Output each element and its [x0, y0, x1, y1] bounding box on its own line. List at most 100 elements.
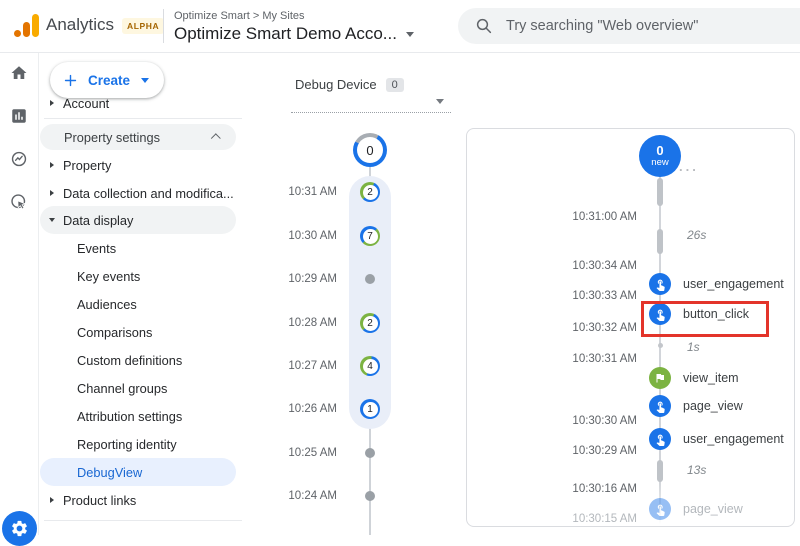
new-events-label: new — [651, 156, 669, 168]
nav-item-audiences[interactable]: Audiences — [40, 290, 236, 318]
header-divider — [163, 9, 164, 43]
nav-item-label: Data display — [63, 212, 134, 228]
minute-circle[interactable]: 4 — [360, 356, 380, 376]
nav-item-label: Product links — [63, 492, 137, 508]
minute-label: 10:26 AM — [288, 403, 337, 415]
minute-circle[interactable]: 1 — [360, 399, 380, 419]
minute-circle[interactable]: 2 — [360, 313, 380, 333]
touch-icon — [656, 309, 665, 321]
selected-minutes-band — [349, 176, 391, 429]
chevron-down-icon — [405, 31, 414, 37]
event-icon-button-click[interactable] — [649, 303, 671, 325]
nav-item-label: Channel groups — [77, 380, 168, 396]
touch-icon — [656, 279, 665, 291]
nav-item-label: Attribution settings — [77, 408, 183, 424]
nav-section-property-settings[interactable]: Property settings — [40, 124, 236, 150]
advertising-icon[interactable] — [10, 193, 28, 211]
chevron-down-icon — [141, 77, 150, 83]
minute-label: 10:28 AM — [288, 317, 337, 329]
truncated-marker: ... — [679, 159, 699, 174]
nav-item-label: Property — [63, 157, 112, 173]
nav-divider — [44, 520, 242, 521]
nav-item-label: Comparisons — [77, 324, 153, 340]
debug-device-text: Debug Device — [295, 77, 377, 92]
event-name[interactable]: page_view — [683, 502, 743, 516]
timeline-segment — [657, 178, 663, 206]
search-placeholder: Try searching "Web overview" — [506, 18, 699, 34]
account-selector[interactable]: Optimize Smart Demo Acco... — [174, 24, 414, 44]
event-name[interactable]: user_engagement — [683, 432, 784, 446]
search-input[interactable]: Try searching "Web overview" — [458, 8, 800, 44]
create-button-label: Create — [88, 72, 131, 88]
reports-icon[interactable] — [10, 107, 28, 125]
nav-item-debugview[interactable]: DebugView — [40, 458, 236, 486]
create-button[interactable]: Create — [50, 62, 165, 98]
account-selector-label: Optimize Smart Demo Acco... — [174, 24, 397, 43]
touch-icon — [656, 401, 665, 413]
section-header-label: Property settings — [64, 129, 161, 145]
nav-item-reporting-identity[interactable]: Reporting identity — [40, 430, 236, 458]
product-name: Analytics — [46, 15, 115, 34]
nav-item-label: Key events — [77, 268, 141, 284]
minute-label: 10:31 AM — [288, 186, 337, 198]
event-icon-user-engagement[interactable] — [649, 428, 671, 450]
event-icon-view-item[interactable] — [649, 367, 671, 389]
expand-arrow-icon — [50, 190, 54, 196]
minute-circle[interactable]: 7 — [360, 226, 380, 246]
event-name[interactable]: view_item — [683, 371, 739, 385]
settings-nav: Account Create Property settings Propert… — [38, 52, 250, 535]
nav-divider — [44, 118, 242, 119]
event-name[interactable]: user_engagement — [683, 277, 784, 291]
stream-timestamp: 10:31:00 AM — [572, 211, 637, 223]
explore-icon[interactable] — [10, 150, 28, 168]
event-icon-page-view[interactable] — [649, 395, 671, 417]
new-events-button[interactable]: 0 new — [639, 135, 681, 177]
event-name[interactable]: button_click — [683, 307, 749, 321]
stream-timestamp: 10:30:31 AM — [572, 353, 637, 365]
minute-circle[interactable]: 2 — [360, 182, 380, 202]
chevron-up-icon — [210, 132, 221, 143]
event-name[interactable]: page_view — [683, 399, 743, 413]
breadcrumb: Optimize Smart > My Sites — [174, 10, 305, 22]
nav-item-label: Data collection and modifica... — [63, 185, 234, 201]
gap-duration: 13s — [687, 463, 707, 477]
timeline-segment — [657, 460, 663, 482]
event-stream-card: 0 new ... 10:31:00 AM 10:30:34 AM 10:30:… — [466, 128, 795, 527]
event-icon-user-engagement[interactable] — [649, 273, 671, 295]
device-count-badge: 0 — [385, 77, 404, 92]
flag-icon — [656, 374, 664, 383]
expand-arrow-icon — [50, 100, 54, 106]
current-minute-count: 0 — [357, 137, 383, 163]
nav-item-property[interactable]: Property — [40, 151, 236, 179]
stream-timestamp: 10:30:33 AM — [572, 290, 637, 302]
nav-item-data-display[interactable]: Data display — [40, 206, 236, 234]
expand-arrow-icon — [50, 162, 54, 168]
minute-label: 10:29 AM — [288, 273, 337, 285]
nav-item-label: DebugView — [77, 464, 143, 480]
nav-item-events[interactable]: Events — [40, 234, 236, 262]
nav-item-key-events[interactable]: Key events — [40, 262, 236, 290]
event-icon-page-view[interactable] — [649, 498, 671, 520]
nav-item-attribution-settings[interactable]: Attribution settings — [40, 402, 236, 430]
nav-item-label: Reporting identity — [77, 436, 177, 452]
stream-timestamp: 10:30:32 AM — [572, 322, 637, 334]
empty-minute-dot — [365, 274, 375, 284]
nav-item-custom-definitions[interactable]: Custom definitions — [40, 346, 236, 374]
nav-item-data-collection[interactable]: Data collection and modifica... — [40, 179, 236, 207]
admin-button[interactable] — [2, 511, 37, 546]
nav-item-product-links[interactable]: Product links — [40, 486, 236, 514]
stream-timestamp: 10:30:16 AM — [572, 483, 637, 495]
current-minute-circle[interactable]: 0 — [353, 133, 387, 167]
nav-item-label: Custom definitions — [77, 352, 183, 368]
nav-item-comparisons[interactable]: Comparisons — [40, 318, 236, 346]
analytics-logo-icon[interactable] — [14, 13, 39, 37]
minute-label: 10:30 AM — [288, 230, 337, 242]
nav-item-label: Events — [77, 240, 117, 256]
device-dropdown-icon[interactable] — [436, 99, 444, 104]
home-icon[interactable] — [10, 64, 28, 82]
timeline-segment — [657, 229, 663, 254]
app-header: Analytics ALPHA Optimize Smart > My Site… — [0, 0, 800, 53]
nav-item-channel-groups[interactable]: Channel groups — [40, 374, 236, 402]
empty-minute-dot — [365, 491, 375, 501]
stream-timestamp: 10:30:29 AM — [572, 445, 637, 457]
